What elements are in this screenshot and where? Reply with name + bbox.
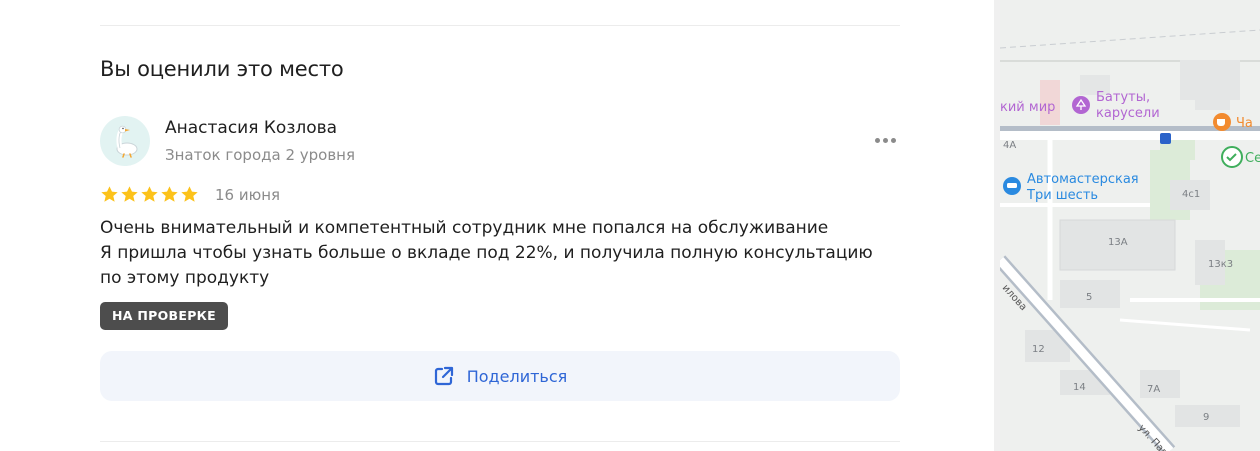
map-label: 4А: [1003, 140, 1016, 151]
star-icon: [101, 186, 118, 202]
author-name[interactable]: Анастасия Козлова: [165, 118, 337, 138]
bus-stop-icon[interactable]: [1160, 133, 1171, 144]
goose-icon: [116, 125, 138, 158]
review-panel: Вы оценили это место Анастасия Козлова З…: [0, 0, 994, 451]
more-button[interactable]: [870, 130, 900, 150]
map-label: 14: [1073, 382, 1086, 393]
map-poi-label: Три шесть: [1026, 188, 1098, 203]
star-icon: [181, 186, 198, 202]
share-button[interactable]: Поделиться: [100, 351, 900, 401]
review-line: Очень внимательный и компетентный сотруд…: [100, 218, 829, 238]
map-poi-label: Ча: [1236, 116, 1253, 131]
status-badge: НА ПРОВЕРКЕ: [100, 302, 229, 330]
map-poi-label: кий мир: [1000, 100, 1055, 115]
map-poi-label: Се: [1245, 151, 1260, 166]
map-label: 13А: [1108, 237, 1128, 248]
map-view[interactable]: илова ул. Пав 4А 4с1 13А 13к3 5 12 14 7А…: [1000, 0, 1260, 451]
review-line: Я пришла чтобы узнать больше о вкладе по…: [100, 243, 873, 263]
map-canvas[interactable]: илова ул. Пав 4А 4с1 13А 13к3 5 12 14 7А…: [1000, 0, 1260, 451]
section-title: Вы оценили это место: [100, 57, 344, 81]
star-icon: [121, 186, 138, 202]
bottom-divider: [100, 441, 900, 442]
share-external-icon: [434, 366, 453, 386]
carousel-icon[interactable]: [1072, 96, 1090, 114]
star-icon: [161, 186, 178, 202]
map-label: 4с1: [1182, 189, 1200, 200]
author-level: Знаток города 2 уровня: [165, 146, 356, 164]
map-label: 5: [1086, 292, 1092, 303]
map-label: 7А: [1147, 384, 1160, 395]
review-line: по этому продукту: [100, 268, 270, 288]
top-divider: [100, 25, 900, 26]
star-icon: [141, 186, 158, 202]
avatar[interactable]: [100, 116, 150, 166]
map-poi-label: карусели: [1096, 106, 1160, 121]
rating-stars: [100, 185, 199, 204]
share-label: Поделиться: [466, 366, 568, 386]
map-poi-label: Батуты,: [1096, 90, 1150, 105]
more-dots-icon: [874, 137, 896, 143]
map-label: 13к3: [1208, 259, 1233, 270]
review-text: Очень внимательный и компетентный сотруд…: [100, 216, 900, 291]
map-label: 9: [1203, 412, 1209, 423]
map-label: 12: [1032, 344, 1045, 355]
map-poi-label: Автомастерская: [1027, 172, 1139, 187]
review-date: 16 июня: [215, 186, 281, 204]
